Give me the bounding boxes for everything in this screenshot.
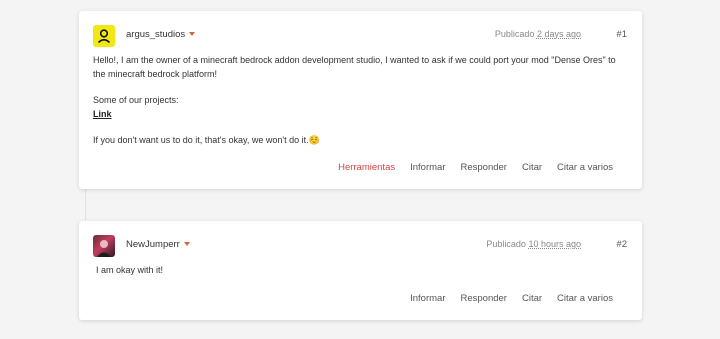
caret-down-icon[interactable] — [189, 32, 196, 37]
post-date: Publicado 2 days ago — [495, 29, 581, 39]
post-body: I am okay with it! — [96, 264, 624, 278]
username[interactable]: argus_studios — [126, 29, 196, 40]
post-1: argus_studios Publicado 2 days ago #1 He… — [79, 11, 642, 189]
time-ago-link[interactable]: 10 hours ago — [528, 239, 581, 249]
project-link[interactable]: Link — [93, 109, 112, 119]
tools-button[interactable]: Herramientas — [338, 162, 395, 173]
avatar[interactable] — [93, 235, 115, 257]
quote-button[interactable]: Citar — [522, 162, 542, 173]
body-paragraph: Hello!, I am the owner of a minecraft be… — [93, 55, 616, 79]
time-ago-link[interactable]: 2 days ago — [537, 29, 581, 39]
caret-down-icon[interactable] — [183, 242, 190, 247]
username-text[interactable]: NewJumperr — [126, 239, 180, 250]
body-paragraph: I am okay with it! — [96, 265, 164, 275]
published-label: Publicado — [486, 239, 526, 249]
username-text[interactable]: argus_studios — [126, 29, 185, 40]
multiquote-button[interactable]: Citar a varios — [557, 162, 613, 173]
body-paragraph: If you don't want us to do it, that's ok… — [93, 135, 320, 145]
report-button[interactable]: Informar — [410, 293, 445, 304]
thread-connector — [85, 188, 86, 220]
username[interactable]: NewJumperr — [126, 239, 190, 250]
person-icon — [97, 29, 111, 44]
post-number[interactable]: #2 — [616, 239, 627, 250]
post-2: NewJumperr Publicado 10 hours ago #2 I a… — [79, 221, 642, 320]
post-date: Publicado 10 hours ago — [486, 239, 581, 249]
post-body: Hello!, I am the owner of a minecraft be… — [93, 54, 624, 148]
published-label: Publicado — [494, 29, 535, 39]
multiquote-button[interactable]: Citar a varios — [557, 293, 613, 304]
body-paragraph: Some of our projects: — [93, 95, 179, 105]
post-actions: Herramientas Informar Responder Citar Ci… — [338, 162, 613, 173]
user-photo-icon — [97, 240, 111, 257]
post-number[interactable]: #1 — [616, 29, 627, 40]
post-actions: Informar Responder Citar Citar a varios — [410, 293, 613, 304]
report-button[interactable]: Informar — [410, 162, 445, 173]
avatar[interactable] — [93, 25, 115, 47]
quote-button[interactable]: Citar — [522, 293, 542, 304]
reply-button[interactable]: Responder — [460, 162, 506, 173]
reply-button[interactable]: Responder — [460, 293, 506, 304]
